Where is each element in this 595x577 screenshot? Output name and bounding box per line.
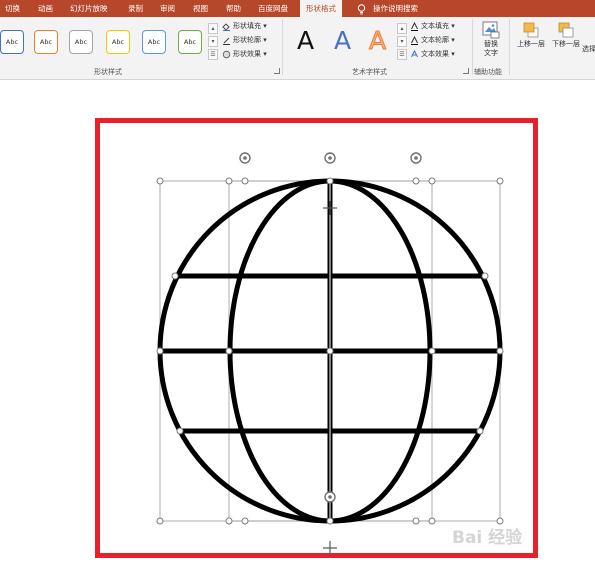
move-cursor-icon	[323, 201, 337, 215]
resize-handle[interactable]	[412, 517, 420, 525]
resize-handle[interactable]	[496, 177, 504, 185]
rotate-handle-icon[interactable]	[239, 152, 251, 164]
resize-handle[interactable]	[171, 272, 179, 280]
resize-handle[interactable]	[326, 177, 334, 185]
resize-handle[interactable]	[476, 427, 484, 435]
resize-handle[interactable]	[225, 517, 233, 525]
resize-handle[interactable]	[156, 347, 164, 355]
resize-handle[interactable]	[326, 347, 334, 355]
resize-handle[interactable]	[241, 177, 249, 185]
resize-handle[interactable]	[428, 347, 436, 355]
rotate-handle-icon[interactable]	[324, 491, 336, 503]
rotate-handle-icon[interactable]	[410, 152, 422, 164]
resize-handle[interactable]	[496, 347, 504, 355]
resize-handle[interactable]	[225, 177, 233, 185]
resize-handle[interactable]	[156, 517, 164, 525]
resize-handle[interactable]	[156, 177, 164, 185]
resize-handle[interactable]	[412, 177, 420, 185]
resize-handle[interactable]	[428, 517, 436, 525]
resize-handle[interactable]	[481, 272, 489, 280]
watermark-text: Bai 经验	[452, 528, 523, 548]
resize-handle[interactable]	[326, 517, 334, 525]
resize-handle[interactable]	[225, 347, 233, 355]
move-cursor-icon	[323, 541, 337, 555]
slide-canvas	[156, 152, 504, 555]
rotate-handle-icon[interactable]	[324, 152, 336, 164]
resize-handle[interactable]	[428, 177, 436, 185]
resize-handle[interactable]	[241, 517, 249, 525]
resize-handle[interactable]	[176, 427, 184, 435]
